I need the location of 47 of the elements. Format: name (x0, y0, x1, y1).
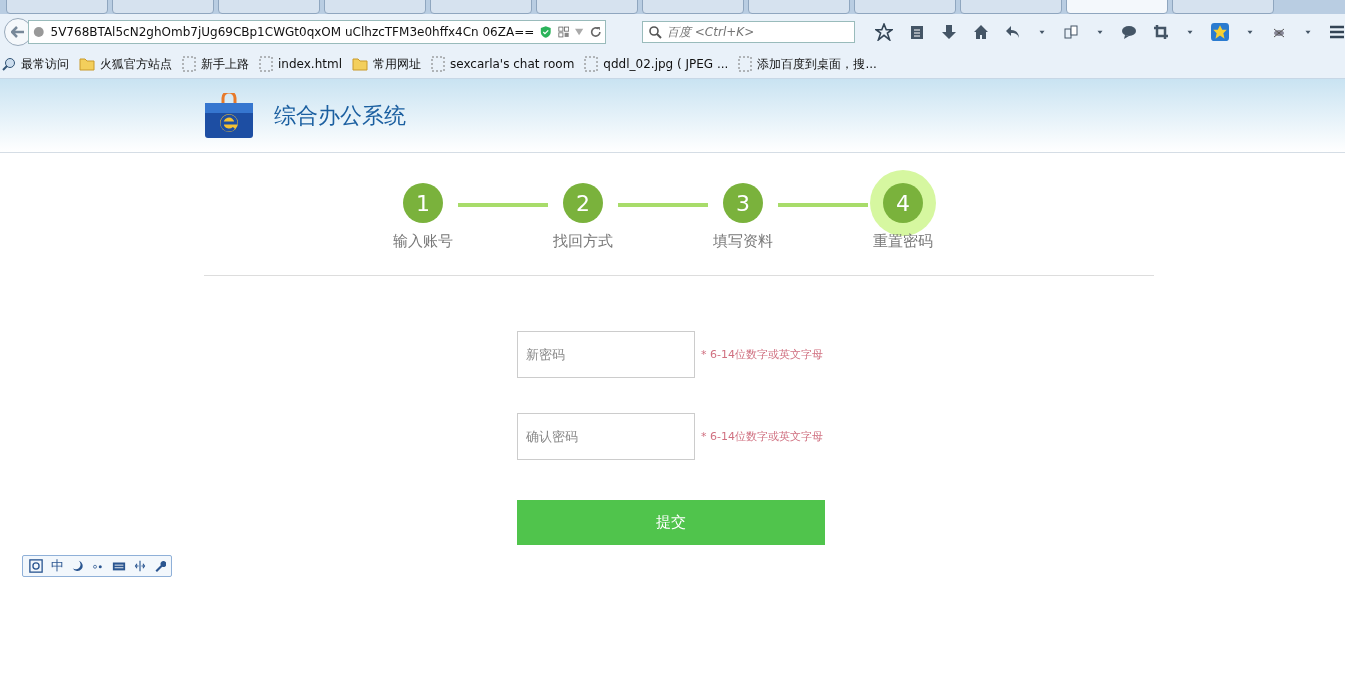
bookmark-link[interactable]: sexcarla's chat room (450, 57, 575, 71)
bookmark-link[interactable]: 常用网址 (373, 55, 421, 73)
wrench-icon[interactable] (154, 560, 166, 572)
folder-icon (352, 57, 368, 71)
password-field[interactable]: 确认密码 (517, 413, 695, 460)
system-title: 综合办公系统 (274, 101, 406, 130)
qr-code-icon[interactable] (557, 25, 570, 39)
page-icon (182, 56, 196, 72)
page-icon (584, 56, 599, 72)
step-label: 输入账号 (393, 232, 453, 251)
undo-icon[interactable] (1005, 24, 1021, 40)
menu-icon[interactable] (1329, 24, 1345, 40)
home-icon[interactable] (973, 24, 989, 40)
search-icon (648, 25, 662, 39)
step-label: 找回方式 (553, 232, 613, 251)
ime-logo-icon[interactable] (29, 559, 43, 573)
crop-icon[interactable] (1153, 24, 1169, 40)
field-hint: * 6-14位数字或英文字母 (701, 347, 823, 362)
bookmark-link[interactable]: 添加百度到桌面，搜... (757, 55, 877, 73)
page-icon (738, 56, 753, 72)
globe-icon (33, 25, 45, 39)
bookmark-link[interactable]: 新手上路 (201, 55, 249, 73)
moon-icon[interactable] (72, 560, 84, 572)
download-icon[interactable] (941, 24, 957, 40)
clipboard-icon[interactable] (909, 24, 925, 40)
bookmark-link[interactable]: 最常访问 (21, 55, 69, 73)
input-mode-toggle[interactable]: 中 (51, 557, 64, 575)
bookmark-link[interactable]: index.html (278, 57, 342, 71)
password-field[interactable]: 新密码 (517, 331, 695, 378)
briefcase-logo-icon (204, 92, 254, 139)
pages-icon[interactable] (1063, 24, 1079, 40)
bookmark-link[interactable]: 火狐官方站点 (100, 55, 172, 73)
page-icon (259, 56, 273, 72)
folder-icon (79, 57, 95, 71)
bookmark-link[interactable]: qddl_02.jpg ( JPEG ... (603, 57, 729, 71)
address-bar[interactable]: 5V768BTAl5cN2ghOmb7jUg69CBp1CWGt0qxOM uClhzcTFM3e0hffx4Cn 06ZA== (28, 20, 606, 44)
back-arrow-icon (11, 26, 25, 38)
star-icon[interactable] (875, 23, 893, 41)
step-label: 填写资料 (713, 232, 773, 251)
reload-icon[interactable] (589, 25, 601, 39)
split-arrows-icon[interactable] (134, 560, 146, 572)
star-badge-icon[interactable] (1211, 23, 1229, 41)
speech-bubble-icon[interactable] (1121, 24, 1137, 40)
shield-icon (540, 24, 552, 40)
page-icon (431, 56, 445, 72)
field-hint: * 6-14位数字或英文字母 (701, 429, 823, 444)
search-field[interactable]: 百度 <Ctrl+K> (642, 21, 855, 43)
